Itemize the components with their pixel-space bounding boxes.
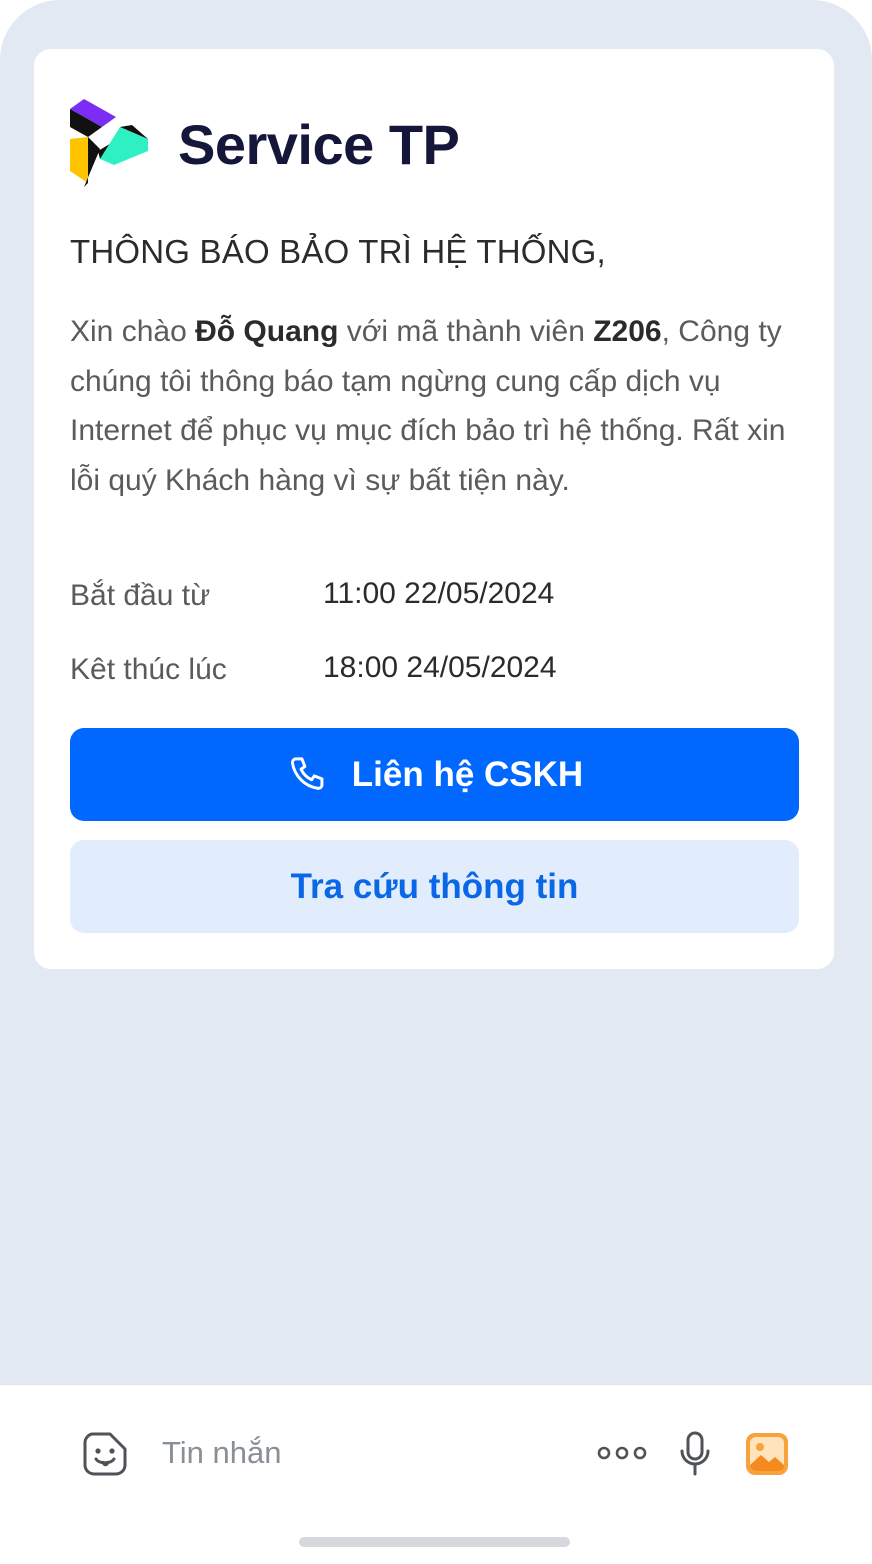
brand-name: Service TP: [178, 112, 460, 176]
notice-title: THÔNG BÁO BẢO TRÌ HỆ THỐNG,: [70, 233, 606, 270]
phone-screen: Service TP THÔNG BÁO BẢO TRÌ HỆ THỐNG, X…: [0, 0, 872, 1564]
chat-area: Service TP THÔNG BÁO BẢO TRÌ HỆ THỐNG, X…: [0, 0, 872, 1384]
customer-name: Đỗ Quang: [195, 315, 339, 348]
microphone-icon[interactable]: [678, 1431, 712, 1477]
start-time-value: 11:00 22/05/2024: [323, 577, 555, 610]
home-indicator: [299, 1537, 570, 1547]
contact-support-label: Liên hệ CSKH: [351, 754, 584, 794]
contact-support-button[interactable]: Liên hệ CSKH: [70, 728, 799, 821]
brand-header: Service TP: [70, 99, 460, 189]
notice-body: Xin chào Đỗ Quang với mã thành viên Z206…: [70, 307, 810, 505]
lookup-info-label: Tra cứu thông tin: [290, 866, 579, 906]
lookup-info-button[interactable]: Tra cứu thông tin: [70, 840, 799, 933]
end-time-label: Kêt thúc lúc: [70, 653, 227, 686]
sticker-icon[interactable]: [82, 1431, 128, 1477]
message-input[interactable]: [162, 1425, 562, 1481]
greeting-suffix: ,: [661, 315, 670, 348]
notification-card: Service TP THÔNG BÁO BẢO TRÌ HỆ THỐNG, X…: [33, 48, 835, 970]
image-icon[interactable]: [746, 1433, 788, 1475]
end-time-value: 18:00 24/05/2024: [323, 651, 557, 684]
member-code-prefix: với mã thành viên: [338, 315, 594, 348]
phone-icon: [290, 756, 324, 790]
more-dots-icon[interactable]: [597, 1445, 647, 1461]
start-time-row: Bắt đầu từ 11:00 22/05/2024: [70, 577, 554, 613]
greeting-prefix: Xin chào: [70, 315, 196, 348]
start-time-label: Bắt đầu từ: [70, 579, 211, 612]
end-time-row: Kêt thúc lúc 18:00 24/05/2024: [70, 651, 557, 687]
member-code: Z206: [593, 315, 662, 348]
service-tp-logo-icon: [70, 99, 148, 187]
